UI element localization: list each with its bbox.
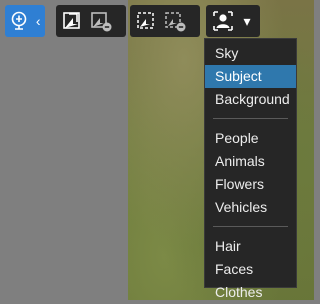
- menu-item-background[interactable]: Background: [205, 88, 296, 111]
- menu-item-people[interactable]: People: [205, 127, 296, 150]
- select-subject-add-button[interactable]: [59, 8, 85, 34]
- select-background-subtract-icon: [165, 12, 186, 32]
- select-subject-group: [56, 5, 126, 37]
- menu-item-subject[interactable]: Subject: [205, 65, 296, 88]
- select-subject-subtract-button[interactable]: [88, 8, 114, 34]
- select-subject-subtract-icon: [91, 12, 112, 32]
- menu-separator: [213, 226, 288, 227]
- chevron-down-icon[interactable]: ▾: [240, 13, 254, 30]
- menu-item-clothes[interactable]: Clothes: [205, 281, 296, 304]
- menu-item-vehicles[interactable]: Vehicles: [205, 196, 296, 219]
- mask-tool-group: ‹: [5, 5, 45, 37]
- menu-item-hair[interactable]: Hair: [205, 235, 296, 258]
- object-type-menu: Sky Subject Background People Animals Flowers…: [204, 38, 297, 300]
- mask-pin-icon: [11, 11, 26, 30]
- object-type-button[interactable]: [209, 8, 237, 34]
- menu-item-faces[interactable]: Faces: [205, 258, 296, 281]
- object-type-dropdown[interactable]: ▾: [206, 5, 260, 37]
- collapse-chevron-icon[interactable]: ‹: [33, 13, 43, 29]
- select-background-group: [130, 5, 200, 37]
- menu-separator: [213, 118, 288, 119]
- menu-item-flowers[interactable]: Flowers: [205, 173, 296, 196]
- select-subject-add-icon: [63, 12, 80, 29]
- menu-item-animals[interactable]: Animals: [205, 150, 296, 173]
- select-background-add-button[interactable]: [133, 8, 159, 34]
- select-background-add-icon: [137, 12, 154, 29]
- select-background-subtract-button[interactable]: [162, 8, 188, 34]
- mask-pin-button[interactable]: [7, 8, 30, 34]
- person-mask-icon: [213, 11, 233, 31]
- menu-item-sky[interactable]: Sky: [205, 42, 296, 65]
